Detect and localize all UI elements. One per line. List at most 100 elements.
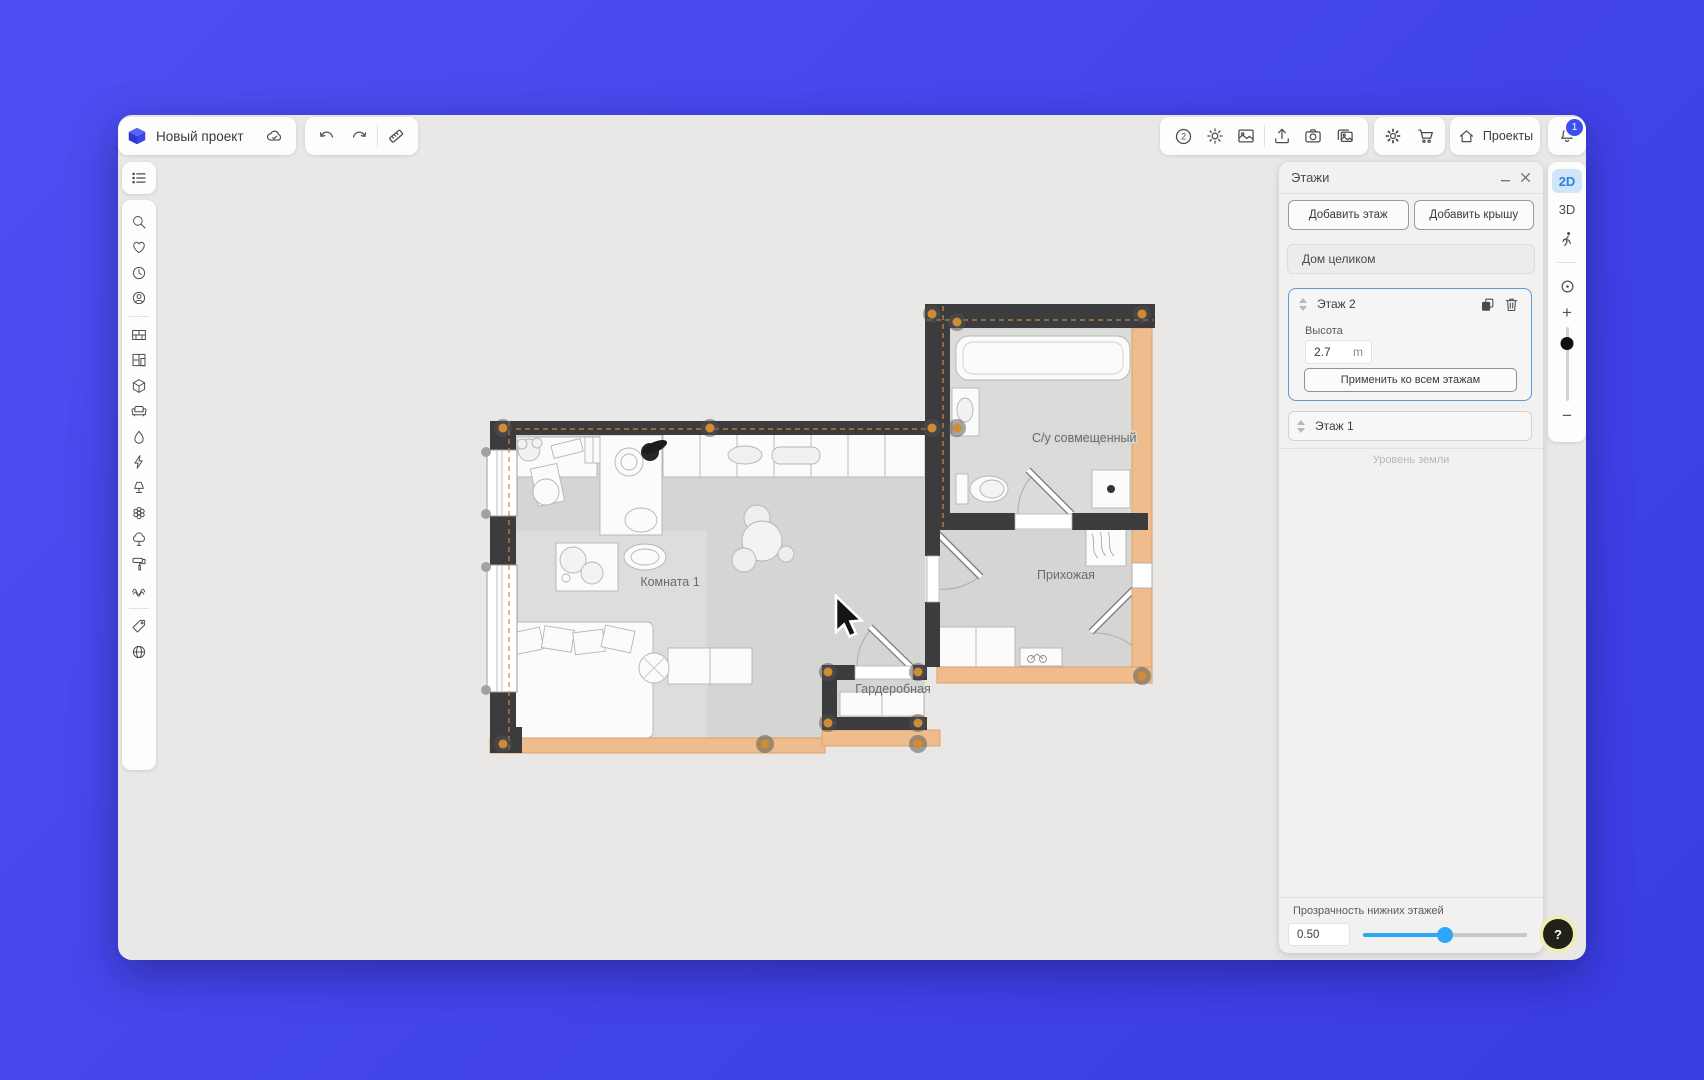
delete-floor-icon[interactable] xyxy=(1499,292,1523,316)
help-label: ? xyxy=(1554,927,1562,942)
move-up-icon[interactable] xyxy=(1297,420,1305,425)
hallway-right-door-opening[interactable] xyxy=(1132,563,1152,588)
opacity-slider[interactable] xyxy=(1363,933,1527,937)
opacity-label: Прозрачность нижних этажей xyxy=(1293,905,1543,917)
catalog-list-button[interactable] xyxy=(122,162,156,194)
notifications-button[interactable]: 1 xyxy=(1548,117,1586,155)
redo-button[interactable] xyxy=(345,122,373,150)
floor-2-header: Этаж 2 xyxy=(1289,289,1531,319)
decor-flower-icon[interactable] xyxy=(126,501,152,527)
move-up-icon[interactable] xyxy=(1299,298,1307,303)
home-icon xyxy=(1457,122,1477,150)
opacity-slider-thumb[interactable] xyxy=(1437,927,1453,943)
freeform-squiggle-icon[interactable] xyxy=(126,577,152,603)
background-image-icon[interactable] xyxy=(1232,122,1260,150)
zoom-out-button[interactable]: − xyxy=(1562,407,1572,424)
bell-icon: 1 xyxy=(1553,122,1581,150)
divider xyxy=(377,125,378,147)
floor-2-name: Этаж 2 xyxy=(1317,297,1475,311)
add-floor-button[interactable]: Добавить этаж xyxy=(1288,200,1409,230)
project-title: Новый проект xyxy=(156,129,244,144)
price-tag-icon[interactable] xyxy=(126,614,152,640)
favorites-heart-icon[interactable] xyxy=(126,235,152,261)
apply-to-all-floors-button[interactable]: Применить ко всем этажам xyxy=(1304,368,1517,392)
export-icon[interactable] xyxy=(1268,122,1296,150)
help-button[interactable]: ? xyxy=(1543,919,1573,949)
zoom-in-button[interactable]: + xyxy=(1562,304,1572,321)
floors-panel-actions: Добавить этаж Добавить крышу xyxy=(1279,200,1543,230)
floor-1-card[interactable]: Этаж 1 xyxy=(1288,411,1532,441)
settings-gear-icon[interactable] xyxy=(1379,122,1407,150)
ground-level-label: Уровень земли xyxy=(1279,454,1543,466)
floor-plan-canvas[interactable]: Комната 1 С/у совмещенный Прихожая Гарде… xyxy=(450,275,1170,775)
recent-clock-icon[interactable] xyxy=(126,260,152,286)
project-title-card: Новый проект xyxy=(118,117,296,155)
add-roof-button[interactable]: Добавить крышу xyxy=(1414,200,1535,230)
divider xyxy=(1279,193,1543,194)
list-icon xyxy=(130,169,148,187)
brightness-icon[interactable] xyxy=(1201,122,1229,150)
divider xyxy=(1557,262,1577,263)
search-icon[interactable] xyxy=(126,209,152,235)
room-label: С/у совмещенный xyxy=(1032,431,1136,445)
ruler-button[interactable] xyxy=(382,122,410,150)
divider xyxy=(1279,448,1543,449)
projects-button[interactable]: Проекты xyxy=(1450,117,1540,155)
height-label: Высота xyxy=(1305,325,1531,337)
divider xyxy=(129,608,149,609)
orbit-target-icon[interactable] xyxy=(1553,272,1581,300)
undo-button[interactable] xyxy=(313,122,341,150)
move-down-icon[interactable] xyxy=(1297,428,1305,433)
reorder-arrows[interactable] xyxy=(1295,420,1307,433)
cloud-sync-icon[interactable] xyxy=(260,122,288,150)
zoom-slider[interactable] xyxy=(1566,327,1569,401)
furniture-armchair-icon[interactable] xyxy=(126,399,152,425)
snapshot-camera-icon[interactable] xyxy=(1299,122,1327,150)
mode-3d-button[interactable]: 3D xyxy=(1552,197,1582,221)
materials-roller-icon[interactable] xyxy=(126,552,152,578)
height-unit: m xyxy=(1353,345,1363,359)
browser-globe-icon[interactable] xyxy=(126,639,152,665)
height-input[interactable]: 2.7 m xyxy=(1305,340,1372,364)
app-window: Новый проект 2 xyxy=(118,115,1586,960)
constructions-cube-icon[interactable] xyxy=(126,373,152,399)
move-down-icon[interactable] xyxy=(1299,306,1307,311)
windows-doors-icon[interactable] xyxy=(126,348,152,374)
electrical-bolt-icon[interactable] xyxy=(126,450,152,476)
height-value: 2.7 xyxy=(1314,345,1331,359)
view-toolbar: 2D 3D + − xyxy=(1548,162,1586,442)
whole-house-row[interactable]: Дом целиком xyxy=(1287,244,1535,274)
divider xyxy=(1264,125,1265,147)
notification-badge: 1 xyxy=(1564,117,1585,138)
profile-icon[interactable] xyxy=(126,286,152,312)
opacity-input[interactable]: 0.50 xyxy=(1288,923,1350,946)
close-icon[interactable] xyxy=(1519,172,1531,184)
minimize-icon[interactable] xyxy=(1499,172,1511,184)
walls-icon[interactable] xyxy=(126,322,152,348)
opacity-section: Прозрачность нижних этажей 0.50 xyxy=(1279,897,1543,953)
settings-toolbar xyxy=(1374,117,1445,155)
cart-icon[interactable] xyxy=(1412,122,1440,150)
zoom-level-icon[interactable]: 2 xyxy=(1169,122,1197,150)
floor-1-name: Этаж 1 xyxy=(1315,419,1525,433)
lighting-lamp-icon[interactable] xyxy=(126,475,152,501)
garden-tree-icon[interactable] xyxy=(126,526,152,552)
divider xyxy=(129,316,149,317)
bathroom-drop-icon[interactable] xyxy=(126,424,152,450)
room-label: Комната 1 xyxy=(640,575,699,589)
reorder-arrows[interactable] xyxy=(1297,298,1309,311)
walk-mode-icon[interactable] xyxy=(1553,225,1581,253)
mode-2d-button[interactable]: 2D xyxy=(1552,169,1582,193)
catalog-sidebar xyxy=(122,200,156,770)
zoom-badge-text: 2 xyxy=(1181,131,1186,141)
opacity-slider-fill xyxy=(1363,933,1445,937)
duplicate-floor-icon[interactable] xyxy=(1475,292,1499,316)
app-logo xyxy=(126,125,148,147)
floors-panel-header: Этажи xyxy=(1279,162,1543,193)
floors-panel: Этажи Добавить этаж Добавить крышу Дом ц… xyxy=(1279,162,1543,953)
floor-2-card[interactable]: Этаж 2 Высота 2.7 m Применить ко всем эт… xyxy=(1288,288,1532,401)
gallery-icon[interactable] xyxy=(1331,122,1359,150)
render-toolbar: 2 xyxy=(1160,117,1368,155)
windows[interactable] xyxy=(481,447,517,695)
zoom-slider-thumb[interactable] xyxy=(1561,337,1574,350)
